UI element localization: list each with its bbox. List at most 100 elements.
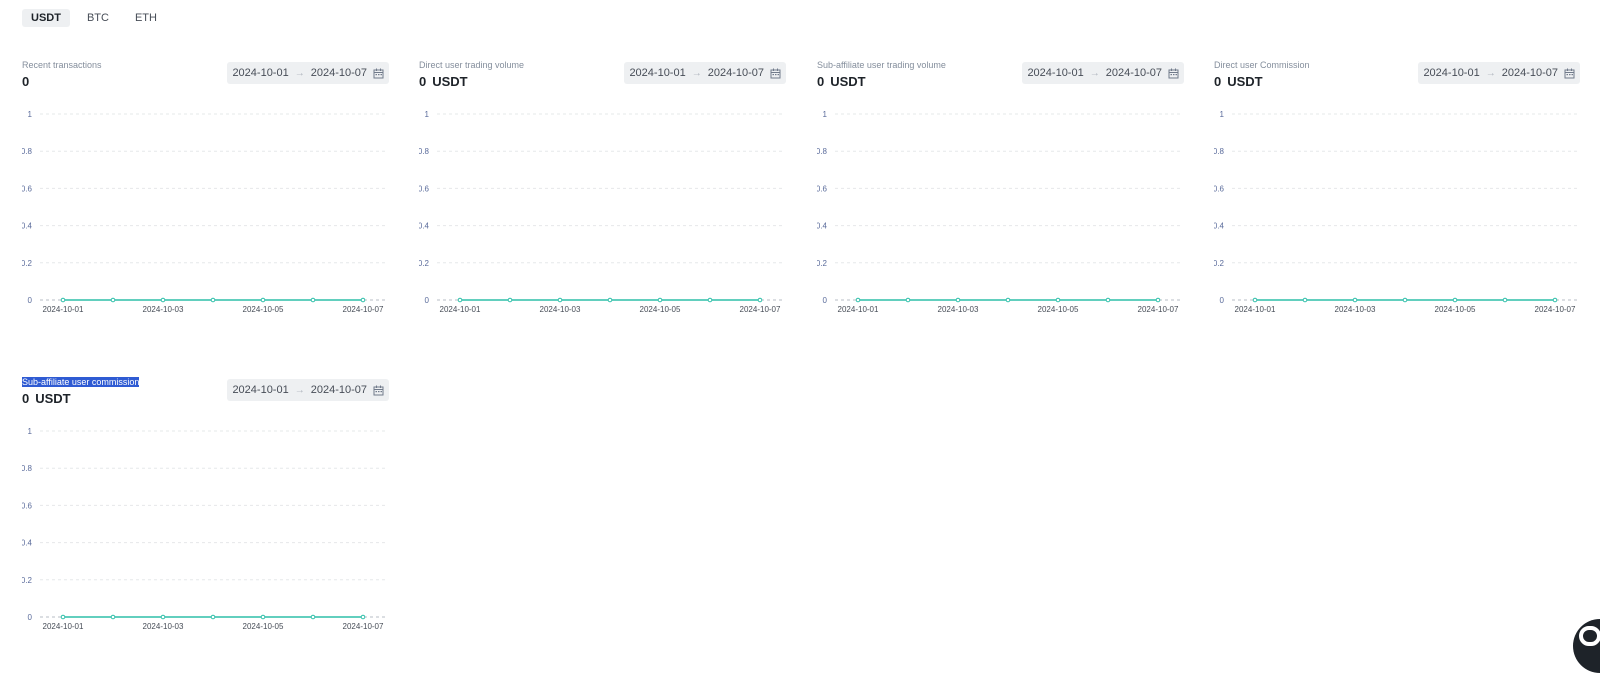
- x-tick-label: 2024-10-01: [43, 305, 84, 314]
- card-sub-affiliate-trading-volume: Sub-affiliate user trading volume 0 USDT 20…: [817, 60, 1184, 330]
- y-tick-label: 0: [425, 296, 430, 305]
- y-tick-label: 0.8: [22, 464, 33, 473]
- date-from: 2024-10-01: [232, 384, 289, 396]
- data-point: [757, 297, 763, 303]
- value-number: 0: [419, 74, 427, 89]
- data-point: [110, 614, 116, 620]
- y-tick-label: 0.6: [22, 501, 33, 510]
- data-point: [110, 297, 116, 303]
- x-tick-label: 2024-10-07: [343, 305, 384, 314]
- data-point: [360, 297, 366, 303]
- data-point: [507, 297, 513, 303]
- data-point: [260, 297, 266, 303]
- line-chart: 1 0.8 0.6 0.4 0.2 0 2024-10-01 2024-10-03 2024-1…: [22, 110, 388, 314]
- data-point: [1005, 297, 1011, 303]
- tab-eth[interactable]: ETH: [126, 9, 166, 27]
- y-tick-label: 0.8: [817, 147, 828, 156]
- data-point: [905, 297, 911, 303]
- data-point: [210, 614, 216, 620]
- date-range-picker[interactable]: 2024-10-01 → 2024-10-07: [227, 62, 389, 84]
- x-tick-label: 2024-10-03: [540, 305, 581, 314]
- date-from: 2024-10-01: [232, 67, 289, 79]
- date-arrow: →: [691, 67, 702, 79]
- card-title: Direct user trading volume: [419, 60, 525, 70]
- currency-tabs: USDT BTC ETH: [22, 9, 166, 27]
- calendar-icon[interactable]: [1168, 68, 1179, 79]
- card-value: 0 USDT: [22, 391, 71, 406]
- data-point: [210, 297, 216, 303]
- chat-icon: [1579, 626, 1600, 646]
- card-recent-transactions: Recent transactions 0 2024-10-01 → 2024-10-0…: [22, 60, 389, 330]
- x-tick-label: 2024-10-07: [740, 305, 781, 314]
- data-point: [260, 614, 266, 620]
- calendar-icon[interactable]: [373, 68, 384, 79]
- calendar-icon[interactable]: [373, 385, 384, 396]
- date-range-picker[interactable]: 2024-10-01 → 2024-10-07: [624, 62, 786, 84]
- y-tick-label: 0: [1220, 296, 1225, 305]
- date-range-picker[interactable]: 2024-10-01 → 2024-10-07: [1418, 62, 1580, 84]
- x-tick-label: 2024-10-07: [1535, 305, 1576, 314]
- y-tick-label: 0.8: [22, 147, 33, 156]
- x-tick-label: 2024-10-05: [243, 305, 284, 314]
- value-unit: USDT: [1227, 74, 1263, 89]
- y-tick-label: 0.4: [22, 539, 33, 548]
- y-tick-label: 1: [1220, 110, 1225, 119]
- y-tick-label: 0.2: [817, 259, 828, 268]
- line-chart: 1 0.8 0.6 0.4 0.2 0 2024-10-01 2024-10-03 2024-1…: [22, 427, 388, 631]
- data-point: [955, 297, 961, 303]
- x-tick-label: 2024-10-07: [343, 622, 384, 631]
- calendar-icon[interactable]: [1564, 68, 1575, 79]
- y-tick-label: 0: [28, 613, 33, 622]
- tab-btc[interactable]: BTC: [78, 9, 118, 27]
- y-tick-label: 0.4: [1214, 222, 1225, 231]
- data-point: [1402, 297, 1408, 303]
- date-to: 2024-10-07: [1105, 67, 1162, 79]
- y-tick-label: 0.4: [817, 222, 828, 231]
- x-tick-label: 2024-10-05: [1038, 305, 1079, 314]
- tab-usdt[interactable]: USDT: [22, 9, 70, 27]
- data-point: [1352, 297, 1358, 303]
- card-direct-user-commission: Direct user Commission 0 USDT 2024-10-01 → 20…: [1214, 60, 1580, 330]
- x-tick-label: 2024-10-05: [640, 305, 681, 314]
- card-title: Direct user Commission: [1214, 60, 1310, 70]
- date-arrow: →: [1089, 67, 1100, 79]
- card-direct-user-trading-volume: Direct user trading volume 0 USDT 2024-10-0…: [419, 60, 786, 330]
- x-tick-label: 2024-10-03: [938, 305, 979, 314]
- data-point: [60, 297, 66, 303]
- calendar-icon[interactable]: [770, 68, 781, 79]
- line-chart: 1 0.8 0.6 0.4 0.2 0 2024-10-01 2024-10-03 2024-1…: [1214, 110, 1580, 314]
- card-title: Recent transactions: [22, 60, 102, 70]
- line-chart: 1 0.8 0.6 0.4 0.2 0 2024-10-01 2024-10-03 2024-1…: [419, 110, 785, 314]
- date-from: 2024-10-01: [1423, 67, 1480, 79]
- value-number: 0: [1214, 74, 1222, 89]
- date-range-picker[interactable]: 2024-10-01 → 2024-10-07: [227, 379, 389, 401]
- chat-button[interactable]: [1573, 619, 1600, 673]
- card-value: 0: [22, 74, 29, 89]
- date-range-picker[interactable]: 2024-10-01 → 2024-10-07: [1022, 62, 1184, 84]
- y-tick-label: 0.8: [1214, 147, 1225, 156]
- data-point: [1302, 297, 1308, 303]
- y-tick-label: 1: [28, 427, 33, 436]
- date-arrow: →: [294, 384, 305, 396]
- y-tick-label: 0.4: [419, 222, 430, 231]
- card-value: 0 USDT: [817, 74, 866, 89]
- card-value: 0 USDT: [419, 74, 468, 89]
- y-tick-label: 0.2: [22, 576, 33, 585]
- data-point: [557, 297, 563, 303]
- x-tick-label: 2024-10-03: [143, 305, 184, 314]
- date-arrow: →: [294, 67, 305, 79]
- date-arrow: →: [1485, 67, 1496, 79]
- data-point: [1552, 297, 1558, 303]
- x-tick-label: 2024-10-05: [243, 622, 284, 631]
- y-tick-label: 0.6: [1214, 184, 1225, 193]
- data-point: [457, 297, 463, 303]
- date-to: 2024-10-07: [310, 67, 367, 79]
- y-tick-label: 0: [28, 296, 33, 305]
- data-point: [1055, 297, 1061, 303]
- data-point: [1105, 297, 1111, 303]
- y-tick-label: 0.2: [1214, 259, 1225, 268]
- y-tick-label: 1: [425, 110, 430, 119]
- data-point: [1155, 297, 1161, 303]
- y-tick-label: 0: [823, 296, 828, 305]
- x-tick-label: 2024-10-01: [838, 305, 879, 314]
